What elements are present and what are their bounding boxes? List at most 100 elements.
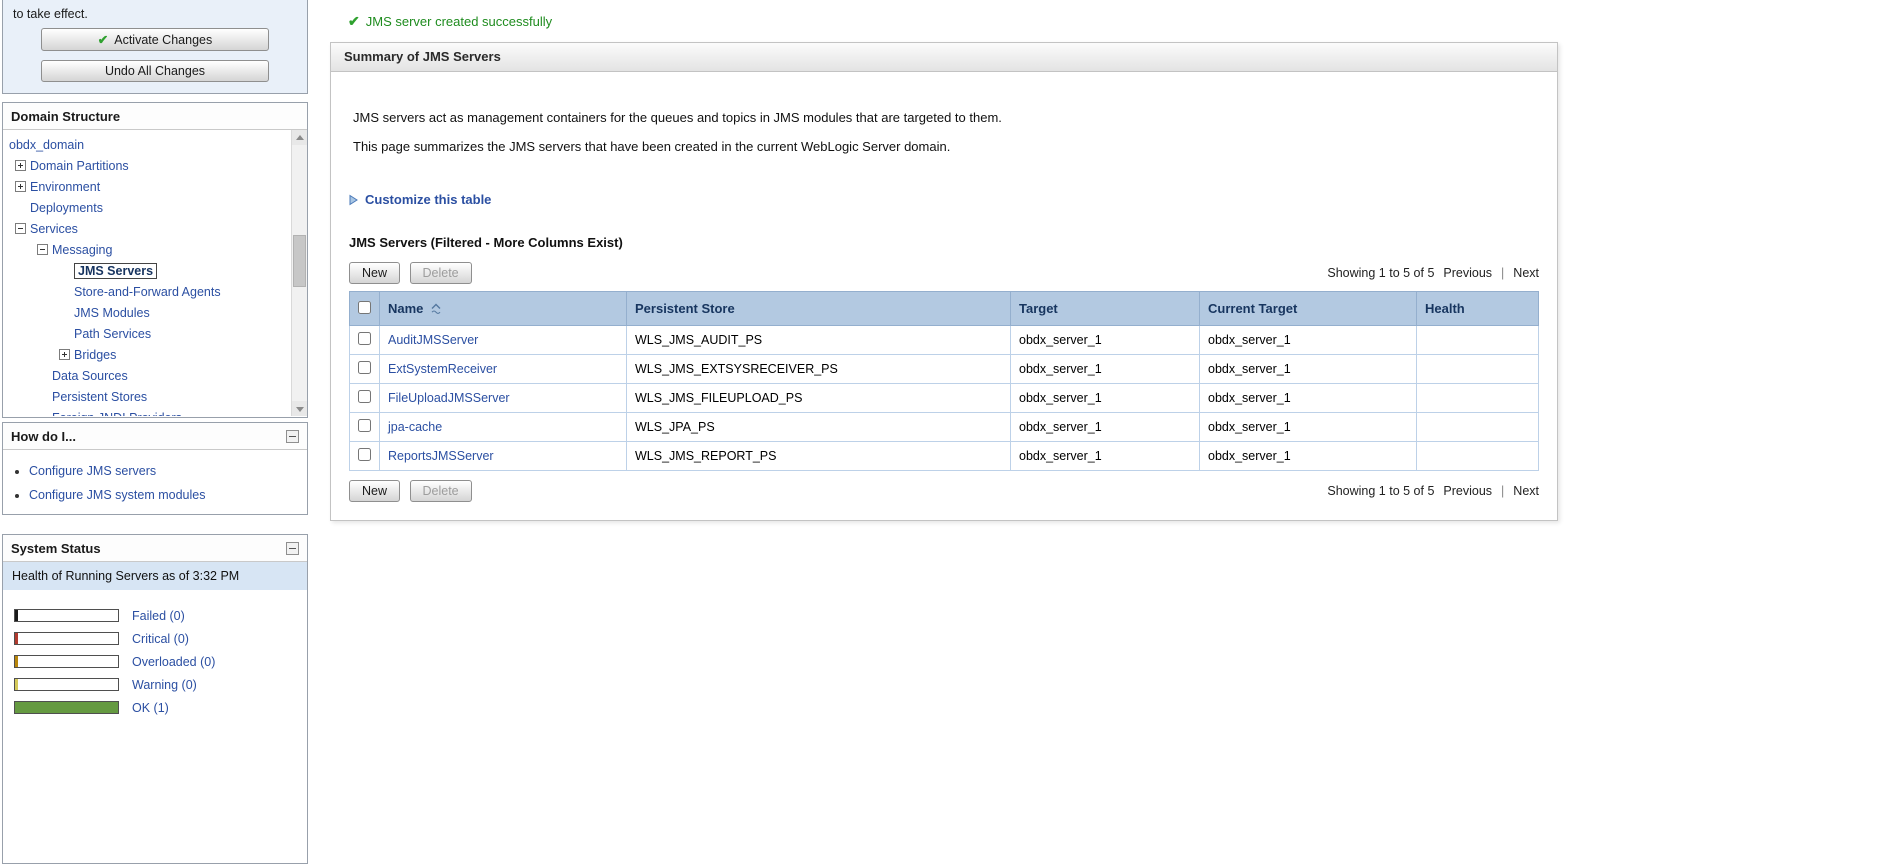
delete-button[interactable]: Delete xyxy=(410,262,472,284)
gauge-label[interactable]: Overloaded (0) xyxy=(132,655,215,669)
health-gauge-bar xyxy=(14,632,119,645)
scrollbar-thumb[interactable] xyxy=(293,235,306,287)
tree-indent xyxy=(37,391,48,402)
new-button[interactable]: New xyxy=(349,262,400,284)
gauge-label[interactable]: Warning (0) xyxy=(132,678,197,692)
column-header-target[interactable]: Target xyxy=(1011,292,1200,326)
tree-item-label[interactable]: Store-and-Forward Agents xyxy=(74,285,221,299)
jms-server-link[interactable]: ReportsJMSServer xyxy=(388,449,494,463)
current-target-cell: obdx_server_1 xyxy=(1200,384,1417,413)
row-checkbox[interactable] xyxy=(358,332,371,345)
jms-server-link[interactable]: FileUploadJMSServer xyxy=(388,391,510,405)
gauge-label[interactable]: Failed (0) xyxy=(132,609,185,623)
column-header-name[interactable]: Name xyxy=(380,292,627,326)
tree-item-domain-partitions[interactable]: Domain Partitions xyxy=(9,156,287,177)
gauge-label[interactable]: Critical (0) xyxy=(132,632,189,646)
tree-item-store-and-forward-agents[interactable]: Store-and-Forward Agents xyxy=(9,282,287,303)
tree-item-obdx-domain[interactable]: obdx_domain xyxy=(9,135,287,156)
table-caption: JMS Servers (Filtered - More Columns Exi… xyxy=(349,235,1539,250)
tree-item-services[interactable]: Services xyxy=(9,219,287,240)
new-button[interactable]: New xyxy=(349,480,400,502)
collapse-icon[interactable] xyxy=(15,223,26,234)
expand-icon[interactable] xyxy=(15,181,26,192)
column-header-current-target[interactable]: Current Target xyxy=(1200,292,1417,326)
table-row: jpa-cacheWLS_JPA_PSobdx_server_1obdx_ser… xyxy=(350,413,1539,442)
paging-previous[interactable]: Previous xyxy=(1443,484,1492,498)
paging-previous[interactable]: Previous xyxy=(1443,266,1492,280)
activate-changes-button[interactable]: ✔Activate Changes xyxy=(41,28,269,51)
expand-icon[interactable] xyxy=(59,349,70,360)
row-checkbox[interactable] xyxy=(358,361,371,374)
jms-server-link[interactable]: jpa-cache xyxy=(388,420,442,434)
tree-item-deployments[interactable]: Deployments xyxy=(9,198,287,219)
tree-item-foreign-jndi-providers[interactable]: Foreign JNDI Providers xyxy=(9,408,287,416)
target-cell: obdx_server_1 xyxy=(1011,413,1200,442)
name-cell: FileUploadJMSServer xyxy=(380,384,627,413)
tree-item-data-sources[interactable]: Data Sources xyxy=(9,366,287,387)
customize-table-link[interactable]: Customize this table xyxy=(365,192,491,207)
paging-next[interactable]: Next xyxy=(1513,266,1539,280)
tree-item-label[interactable]: Deployments xyxy=(30,201,103,215)
how-do-i-item: Configure JMS servers xyxy=(29,459,307,483)
paging-showing: Showing 1 to 5 of 5 xyxy=(1327,484,1434,498)
tree-item-environment[interactable]: Environment xyxy=(9,177,287,198)
activate-check-icon: ✔ xyxy=(98,33,108,47)
tree-item-label[interactable]: Domain Partitions xyxy=(30,159,129,173)
how-do-i-link[interactable]: Configure JMS system modules xyxy=(29,488,205,502)
gauge-label[interactable]: OK (1) xyxy=(132,701,169,715)
domain-tree: obdx_domain Domain Partitions Environment D… xyxy=(3,130,307,416)
tree-indent xyxy=(37,370,48,381)
intro-paragraph-1: JMS servers act as management containers… xyxy=(353,110,1539,125)
tree-item-bridges[interactable]: Bridges xyxy=(9,345,287,366)
persistent-store-cell: WLS_JMS_EXTSYSRECEIVER_PS xyxy=(627,355,1011,384)
collapse-panel-icon[interactable] xyxy=(286,542,299,555)
tree-item-label[interactable]: obdx_domain xyxy=(9,138,84,152)
paging-separator: | xyxy=(1501,484,1504,498)
row-checkbox[interactable] xyxy=(358,419,371,432)
expand-icon[interactable] xyxy=(15,160,26,171)
tree-item-jms-modules[interactable]: JMS Modules xyxy=(9,303,287,324)
column-header-health[interactable]: Health xyxy=(1417,292,1539,326)
paging: Showing 1 to 5 of 5 Previous | Next xyxy=(1327,484,1539,498)
delete-button[interactable]: Delete xyxy=(410,480,472,502)
tree-item-messaging[interactable]: Messaging xyxy=(9,240,287,261)
tree-item-label[interactable]: Persistent Stores xyxy=(52,390,147,404)
name-cell: ExtSystemReceiver xyxy=(380,355,627,384)
tree-item-path-services[interactable]: Path Services xyxy=(9,324,287,345)
row-checkbox[interactable] xyxy=(358,390,371,403)
undo-all-changes-label: Undo All Changes xyxy=(105,64,205,78)
column-header-persistent-store[interactable]: Persistent Store xyxy=(627,292,1011,326)
tree-item-label[interactable]: Services xyxy=(30,222,78,236)
tree-item-label[interactable]: Data Sources xyxy=(52,369,128,383)
scroll-down-icon[interactable] xyxy=(292,401,307,416)
tree-item-label[interactable]: JMS Servers xyxy=(74,263,157,279)
tree-item-label[interactable]: Bridges xyxy=(74,348,116,362)
tree-item-label[interactable]: Foreign JNDI Providers xyxy=(52,411,182,416)
jms-server-link[interactable]: AuditJMSServer xyxy=(388,333,478,347)
undo-all-changes-button[interactable]: Undo All Changes xyxy=(41,60,269,82)
gauge-row-ok-1: OK (1) xyxy=(14,696,307,719)
tree-scrollbar[interactable] xyxy=(291,130,307,416)
paging-next[interactable]: Next xyxy=(1513,484,1539,498)
how-do-i-link[interactable]: Configure JMS servers xyxy=(29,464,156,478)
collapse-icon[interactable] xyxy=(37,244,48,255)
tree-item-label[interactable]: JMS Modules xyxy=(74,306,150,320)
success-message-row: ✔ JMS server created successfully xyxy=(348,13,1558,30)
collapse-panel-icon[interactable] xyxy=(286,430,299,443)
scroll-up-icon[interactable] xyxy=(292,130,307,145)
tree-item-persistent-stores[interactable]: Persistent Stores xyxy=(9,387,287,408)
jms-servers-table: NamePersistent StoreTargetCurrent Target… xyxy=(349,291,1539,471)
tree-item-label[interactable]: Path Services xyxy=(74,327,151,341)
tree-item-jms-servers[interactable]: JMS Servers xyxy=(9,261,287,282)
tree-item-label[interactable]: Environment xyxy=(30,180,100,194)
table-row: ReportsJMSServerWLS_JMS_REPORT_PSobdx_se… xyxy=(350,442,1539,471)
table-row: FileUploadJMSServerWLS_JMS_FILEUPLOAD_PS… xyxy=(350,384,1539,413)
row-checkbox[interactable] xyxy=(358,448,371,461)
paging-separator: | xyxy=(1501,266,1504,280)
sort-ascending-icon[interactable] xyxy=(430,303,442,314)
tree-item-label[interactable]: Messaging xyxy=(52,243,112,257)
success-check-icon: ✔ xyxy=(348,13,360,30)
persistent-store-cell: WLS_JMS_AUDIT_PS xyxy=(627,326,1011,355)
select-all-checkbox[interactable] xyxy=(358,301,371,314)
jms-server-link[interactable]: ExtSystemReceiver xyxy=(388,362,497,376)
